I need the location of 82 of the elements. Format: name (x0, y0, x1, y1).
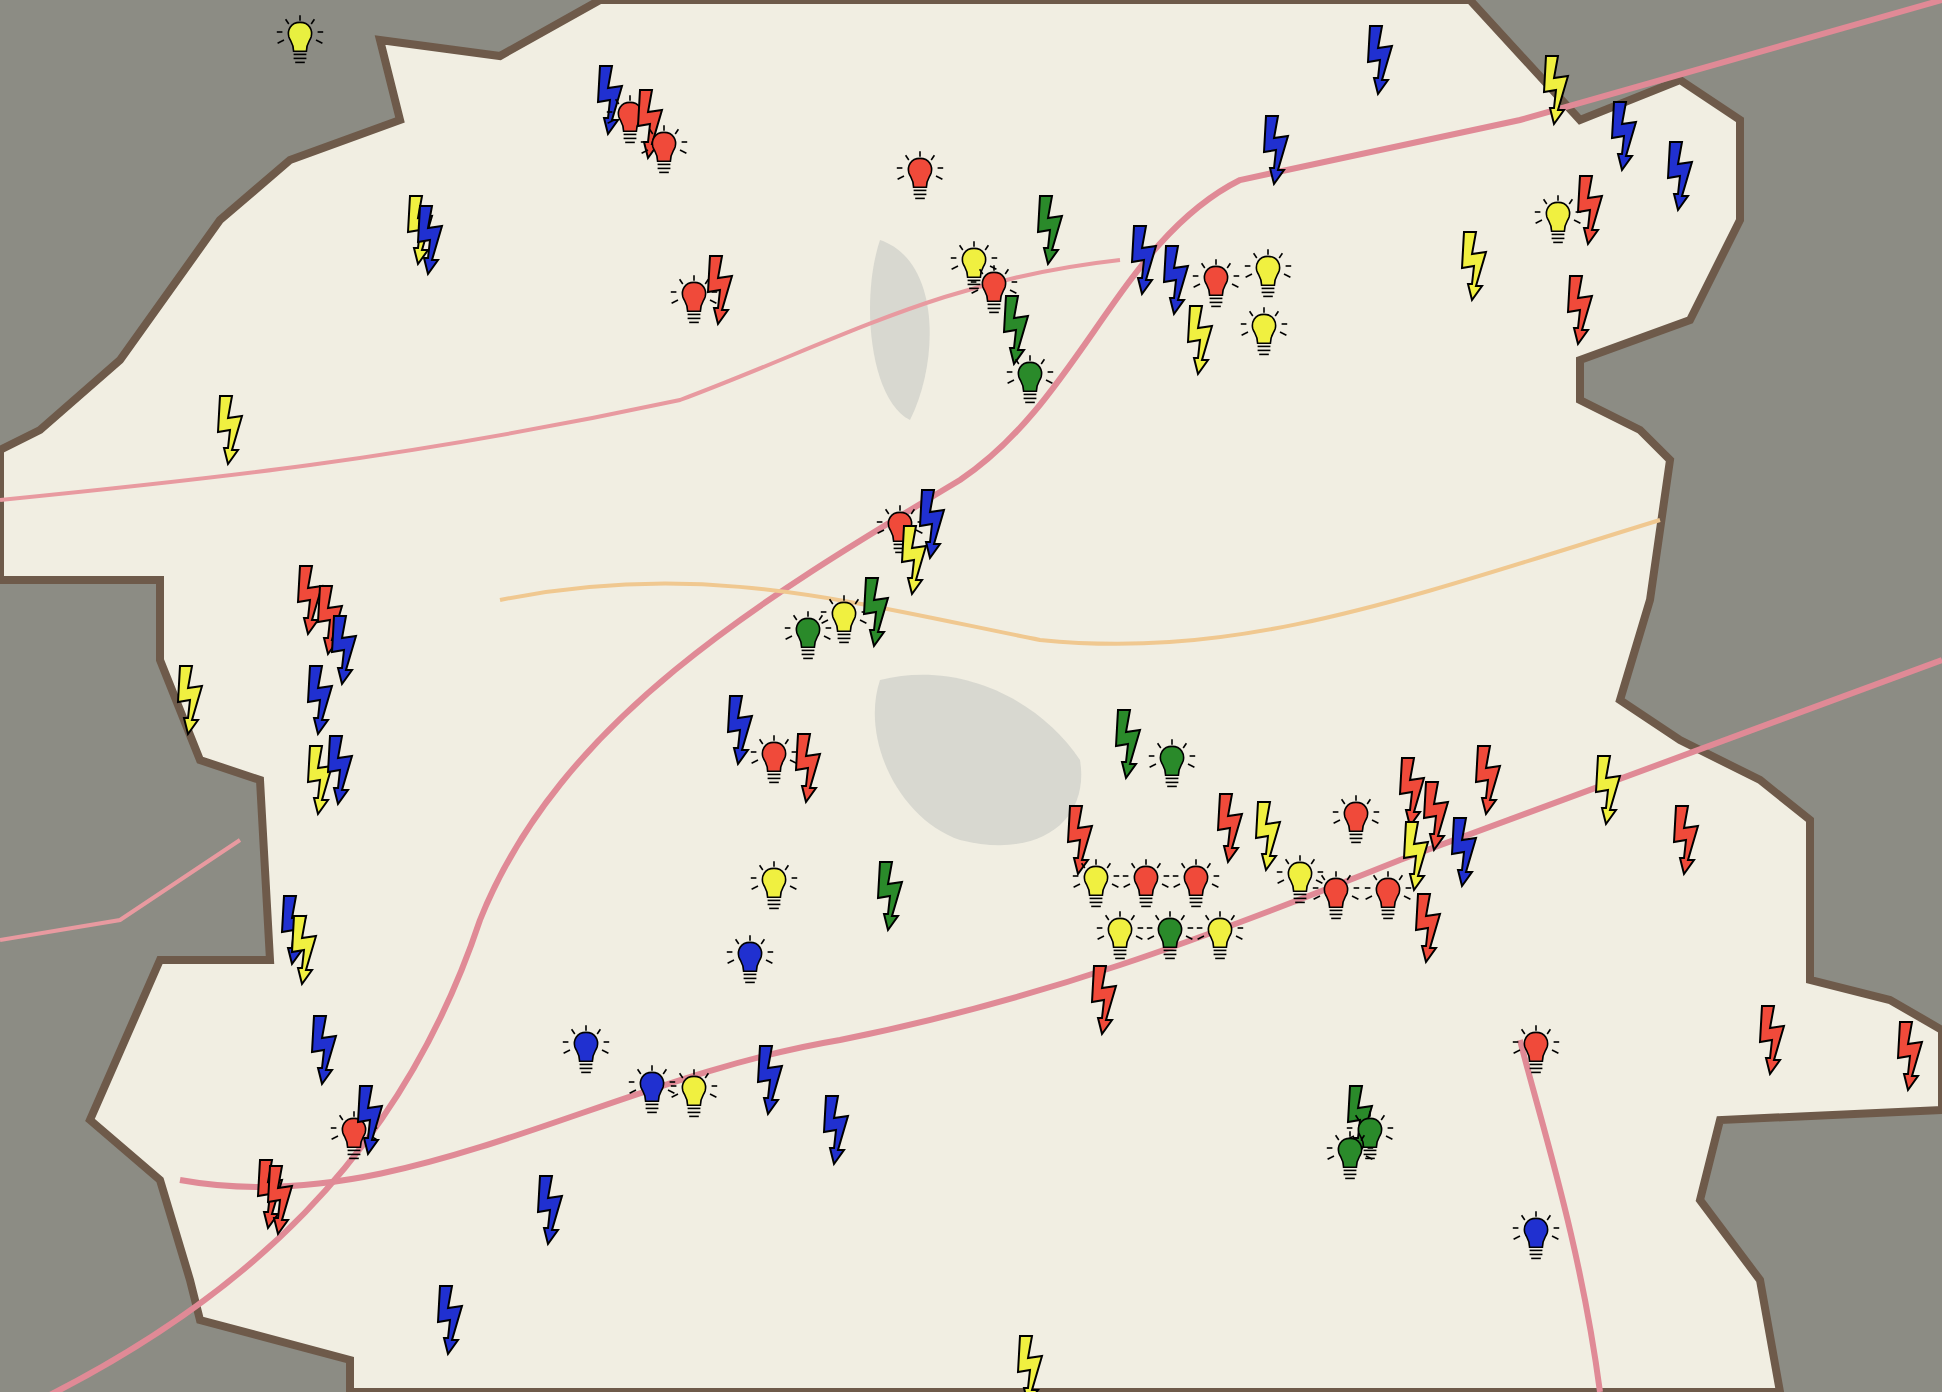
lightning-bolt-icon[interactable] (998, 294, 1034, 366)
lightning-bolt-icon[interactable] (1754, 1004, 1790, 1076)
lightning-bolt-icon[interactable] (1606, 100, 1642, 172)
lightbulb-icon[interactable] (1172, 858, 1220, 910)
lightning-bolt-icon[interactable] (722, 694, 758, 766)
lightning-bolt-icon[interactable] (896, 524, 932, 596)
lightning-bolt-icon[interactable] (1456, 230, 1492, 302)
lightning-bolt-icon[interactable] (818, 1094, 854, 1166)
lightning-bolt-icon[interactable] (1470, 744, 1506, 816)
lightbulb-icon[interactable] (1244, 248, 1292, 300)
lightbulb-icon[interactable] (1192, 258, 1240, 310)
lightning-bolt-icon[interactable] (1418, 780, 1454, 852)
lightbulb-icon[interactable] (820, 594, 868, 646)
lightning-bolt-icon[interactable] (1562, 274, 1598, 346)
lightning-bolt-icon[interactable] (412, 204, 448, 276)
lightbulb-icon[interactable] (1006, 354, 1054, 406)
lightning-bolt-icon[interactable] (752, 1044, 788, 1116)
lightning-bolt-icon[interactable] (326, 614, 362, 686)
lightning-bolt-icon[interactable] (1572, 174, 1608, 246)
lightning-bolt-icon[interactable] (1212, 792, 1248, 864)
lightning-bolt-icon[interactable] (1662, 140, 1698, 212)
lightning-bolt-icon[interactable] (322, 734, 358, 806)
lightning-bolt-icon[interactable] (432, 1284, 468, 1356)
lightbulb-icon[interactable] (1346, 1110, 1394, 1162)
lightbulb-icon[interactable] (1148, 738, 1196, 790)
lightning-bolt-icon[interactable] (1126, 224, 1162, 296)
lightning-bolt-icon[interactable] (1086, 964, 1122, 1036)
lightning-bolt-icon[interactable] (532, 1174, 568, 1246)
lightning-bolt-icon[interactable] (914, 488, 950, 560)
lightning-bolt-icon[interactable] (1182, 304, 1218, 376)
lightning-bolt-icon[interactable] (1398, 820, 1434, 892)
lightbulb-icon[interactable] (1534, 194, 1582, 246)
lightning-bolt-icon[interactable] (172, 664, 208, 736)
lightbulb-icon[interactable] (276, 14, 324, 66)
lightning-bolt-icon[interactable] (212, 394, 248, 466)
lightbulb-icon[interactable] (750, 734, 798, 786)
lightning-bolt-icon[interactable] (1892, 1020, 1928, 1092)
lightbulb-icon[interactable] (726, 934, 774, 986)
lightbulb-icon[interactable] (1122, 858, 1170, 910)
lightbulb-icon[interactable] (1072, 858, 1120, 910)
lightbulb-icon[interactable] (640, 124, 688, 176)
lightning-bolt-icon[interactable] (1362, 24, 1398, 96)
lightning-bolt-icon[interactable] (1158, 244, 1194, 316)
lightning-bolt-icon[interactable] (1410, 892, 1446, 964)
lightning-bolt-icon[interactable] (1668, 804, 1704, 876)
lightbulb-icon[interactable] (1332, 794, 1380, 846)
lightning-bolt-icon[interactable] (592, 64, 628, 136)
lightbulb-icon[interactable] (628, 1064, 676, 1116)
lightbulb-icon[interactable] (1326, 1130, 1374, 1182)
lightning-bolt-icon[interactable] (306, 1014, 342, 1086)
lightning-bolt-icon[interactable] (1538, 54, 1574, 126)
lightbulb-icon[interactable] (1196, 910, 1244, 962)
lightning-bolt-icon[interactable] (1250, 800, 1286, 872)
lightbulb-icon[interactable] (1146, 910, 1194, 962)
lightbulb-icon[interactable] (670, 274, 718, 326)
lightbulb-icon[interactable] (1312, 870, 1360, 922)
lightbulb-icon[interactable] (750, 860, 798, 912)
lightbulb-icon[interactable] (784, 610, 832, 662)
lightning-bolt-icon[interactable] (1032, 194, 1068, 266)
lightbulb-icon[interactable] (896, 150, 944, 202)
lightning-bolt-icon[interactable] (1258, 114, 1294, 186)
lightbulb-icon[interactable] (950, 240, 998, 292)
lightning-bolt-icon[interactable] (872, 860, 908, 932)
lightbulb-icon[interactable] (670, 1068, 718, 1120)
lightbulb-icon[interactable] (1512, 1024, 1560, 1076)
lightbulb-icon[interactable] (1096, 910, 1144, 962)
lightbulb-icon[interactable] (1276, 854, 1324, 906)
lightning-bolt-icon[interactable] (1110, 708, 1146, 780)
lightning-bolt-icon[interactable] (1062, 804, 1098, 876)
lightbulb-icon[interactable] (1512, 1210, 1560, 1262)
lightning-bolt-icon[interactable] (1012, 1334, 1048, 1392)
lightning-bolt-icon[interactable] (286, 914, 322, 986)
lightning-bolt-icon[interactable] (1590, 754, 1626, 826)
lightbulb-icon[interactable] (1240, 306, 1288, 358)
lightning-bolt-icon[interactable] (352, 1084, 388, 1156)
lightning-bolt-icon[interactable] (262, 1164, 298, 1236)
lightbulb-icon[interactable] (562, 1024, 610, 1076)
lightbulb-icon[interactable] (1364, 870, 1412, 922)
lightning-bolt-icon[interactable] (858, 576, 894, 648)
lightbulb-icon[interactable] (970, 264, 1018, 316)
lightning-bolt-icon[interactable] (1446, 816, 1482, 888)
lightning-bolt-icon[interactable] (302, 664, 338, 736)
